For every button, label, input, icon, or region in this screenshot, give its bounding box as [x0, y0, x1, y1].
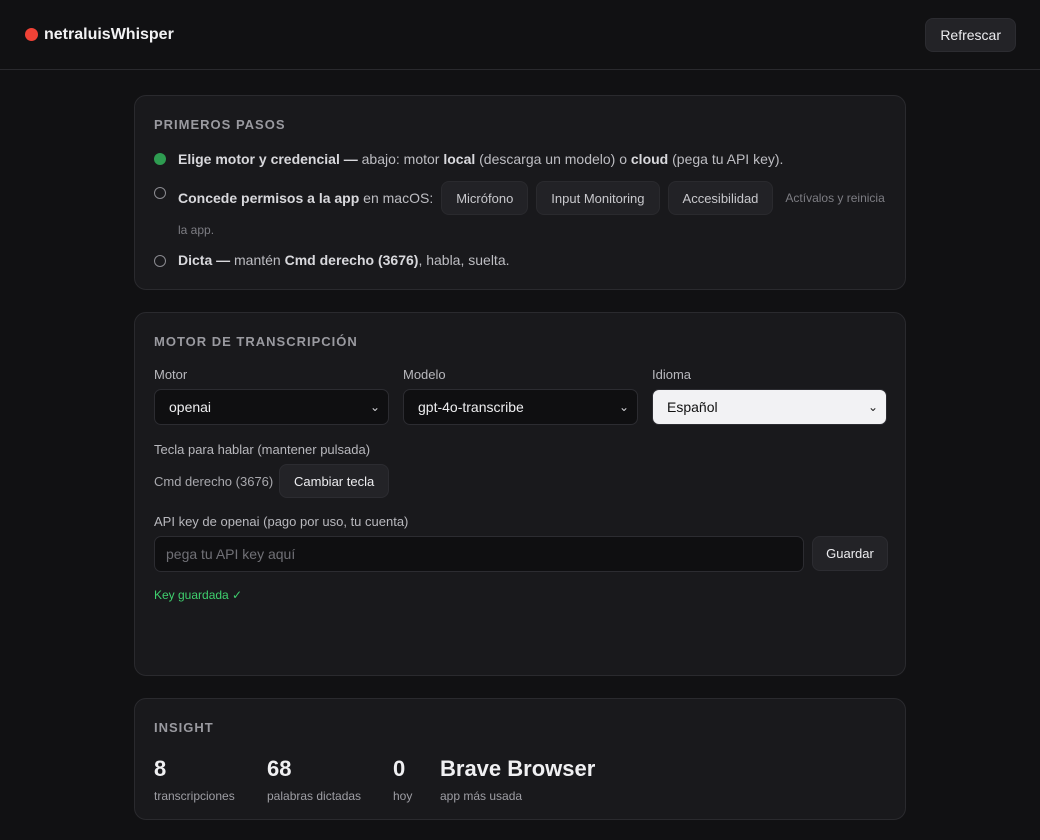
motor-select[interactable]: openai ⌄ [154, 389, 389, 425]
step-permissions-text: Concede permisos a la app en macOS: [178, 190, 434, 206]
top-bar: netraluisWhisper Refrescar [0, 0, 1040, 70]
hotkey-label: Tecla para hablar (mantener pulsada) [154, 442, 371, 457]
step-dictate: Dicta — mantén Cmd derecho (3676), habla… [154, 252, 887, 272]
model-label: Modelo [403, 367, 446, 382]
insight-title: INSIGHT [154, 720, 214, 735]
stat-value: 8 [154, 756, 167, 781]
chevron-down-icon: ⌄ [369, 400, 380, 414]
permissions-note: Actívalos y reinicia [785, 191, 885, 205]
input-monitoring-permission-button[interactable]: Input Monitoring [536, 181, 660, 215]
chevron-down-icon: ⌄ [618, 400, 629, 414]
stat-top-app: Brave Browser app más usada [440, 755, 595, 803]
step-done-icon [154, 153, 166, 165]
stat-value: Brave Browser [440, 756, 596, 781]
language-label: Idioma [652, 367, 692, 382]
step-dictate-text: Dicta — mantén Cmd derecho (3676), habla… [178, 252, 510, 268]
permissions-note-continued: la app. [178, 223, 215, 237]
getting-started-title: PRIMEROS PASOS [154, 117, 286, 132]
stat-today: 0 hoy [393, 755, 412, 803]
change-key-button[interactable]: Cambiar tecla [279, 464, 390, 498]
accessibility-permission-button[interactable]: Accesibilidad [667, 181, 774, 215]
step-permissions: Concede permisos a la app en macOS: Micr… [154, 181, 887, 241]
engine-title: MOTOR DE TRANSCRIPCIÓN [154, 334, 358, 349]
stat-value: 0 [393, 756, 406, 781]
stat-transcriptions: 8 transcripciones [154, 755, 235, 803]
stat-words: 68 palabras dictadas [267, 755, 361, 803]
stat-label: app más usada [440, 789, 523, 803]
chevron-down-icon: ⌄ [867, 400, 878, 414]
getting-started-card: PRIMEROS PASOS Elige motor y credencial … [134, 95, 906, 290]
stat-label: transcripciones [154, 789, 235, 803]
step-pending-icon [154, 255, 166, 267]
key-saved-status: Key guardada ✓ [154, 588, 243, 602]
brand: netraluisWhisper [25, 26, 174, 44]
model-select-value: gpt-4o-transcribe [418, 399, 524, 415]
api-key-label: API key de openai (pago por uso, tu cuen… [154, 514, 409, 529]
step-engine-text: Elige motor y credencial — abajo: motor … [178, 151, 784, 167]
microphone-permission-button[interactable]: Micrófono [441, 181, 529, 215]
step-permissions-row: Concede permisos a la app en macOS: Micr… [178, 181, 885, 215]
model-select[interactable]: gpt-4o-transcribe ⌄ [403, 389, 638, 425]
refresh-button[interactable]: Refrescar [925, 17, 1016, 52]
hotkey-value: Cmd derecho (3676) [154, 474, 274, 489]
stat-value: 68 [267, 756, 292, 781]
motor-select-value: openai [169, 399, 212, 415]
language-select-value: Español [667, 399, 718, 415]
transcription-engine-card: MOTOR DE TRANSCRIPCIÓN Motor openai ⌄ Mo… [134, 312, 906, 676]
language-select[interactable]: Español ⌄ [652, 389, 887, 425]
stat-label: hoy [393, 789, 413, 803]
app-title: netraluisWhisper [44, 25, 174, 43]
insight-card: INSIGHT 8 transcripciones 68 palabras di… [134, 698, 906, 820]
step-pending-icon [154, 187, 166, 199]
record-dot-icon [25, 28, 38, 41]
step-engine: Elige motor y credencial — abajo: motor … [154, 151, 887, 171]
save-key-button[interactable]: Guardar [812, 536, 888, 571]
motor-label: Motor [154, 367, 188, 382]
api-key-input[interactable] [154, 536, 804, 572]
stat-label: palabras dictadas [267, 789, 362, 803]
